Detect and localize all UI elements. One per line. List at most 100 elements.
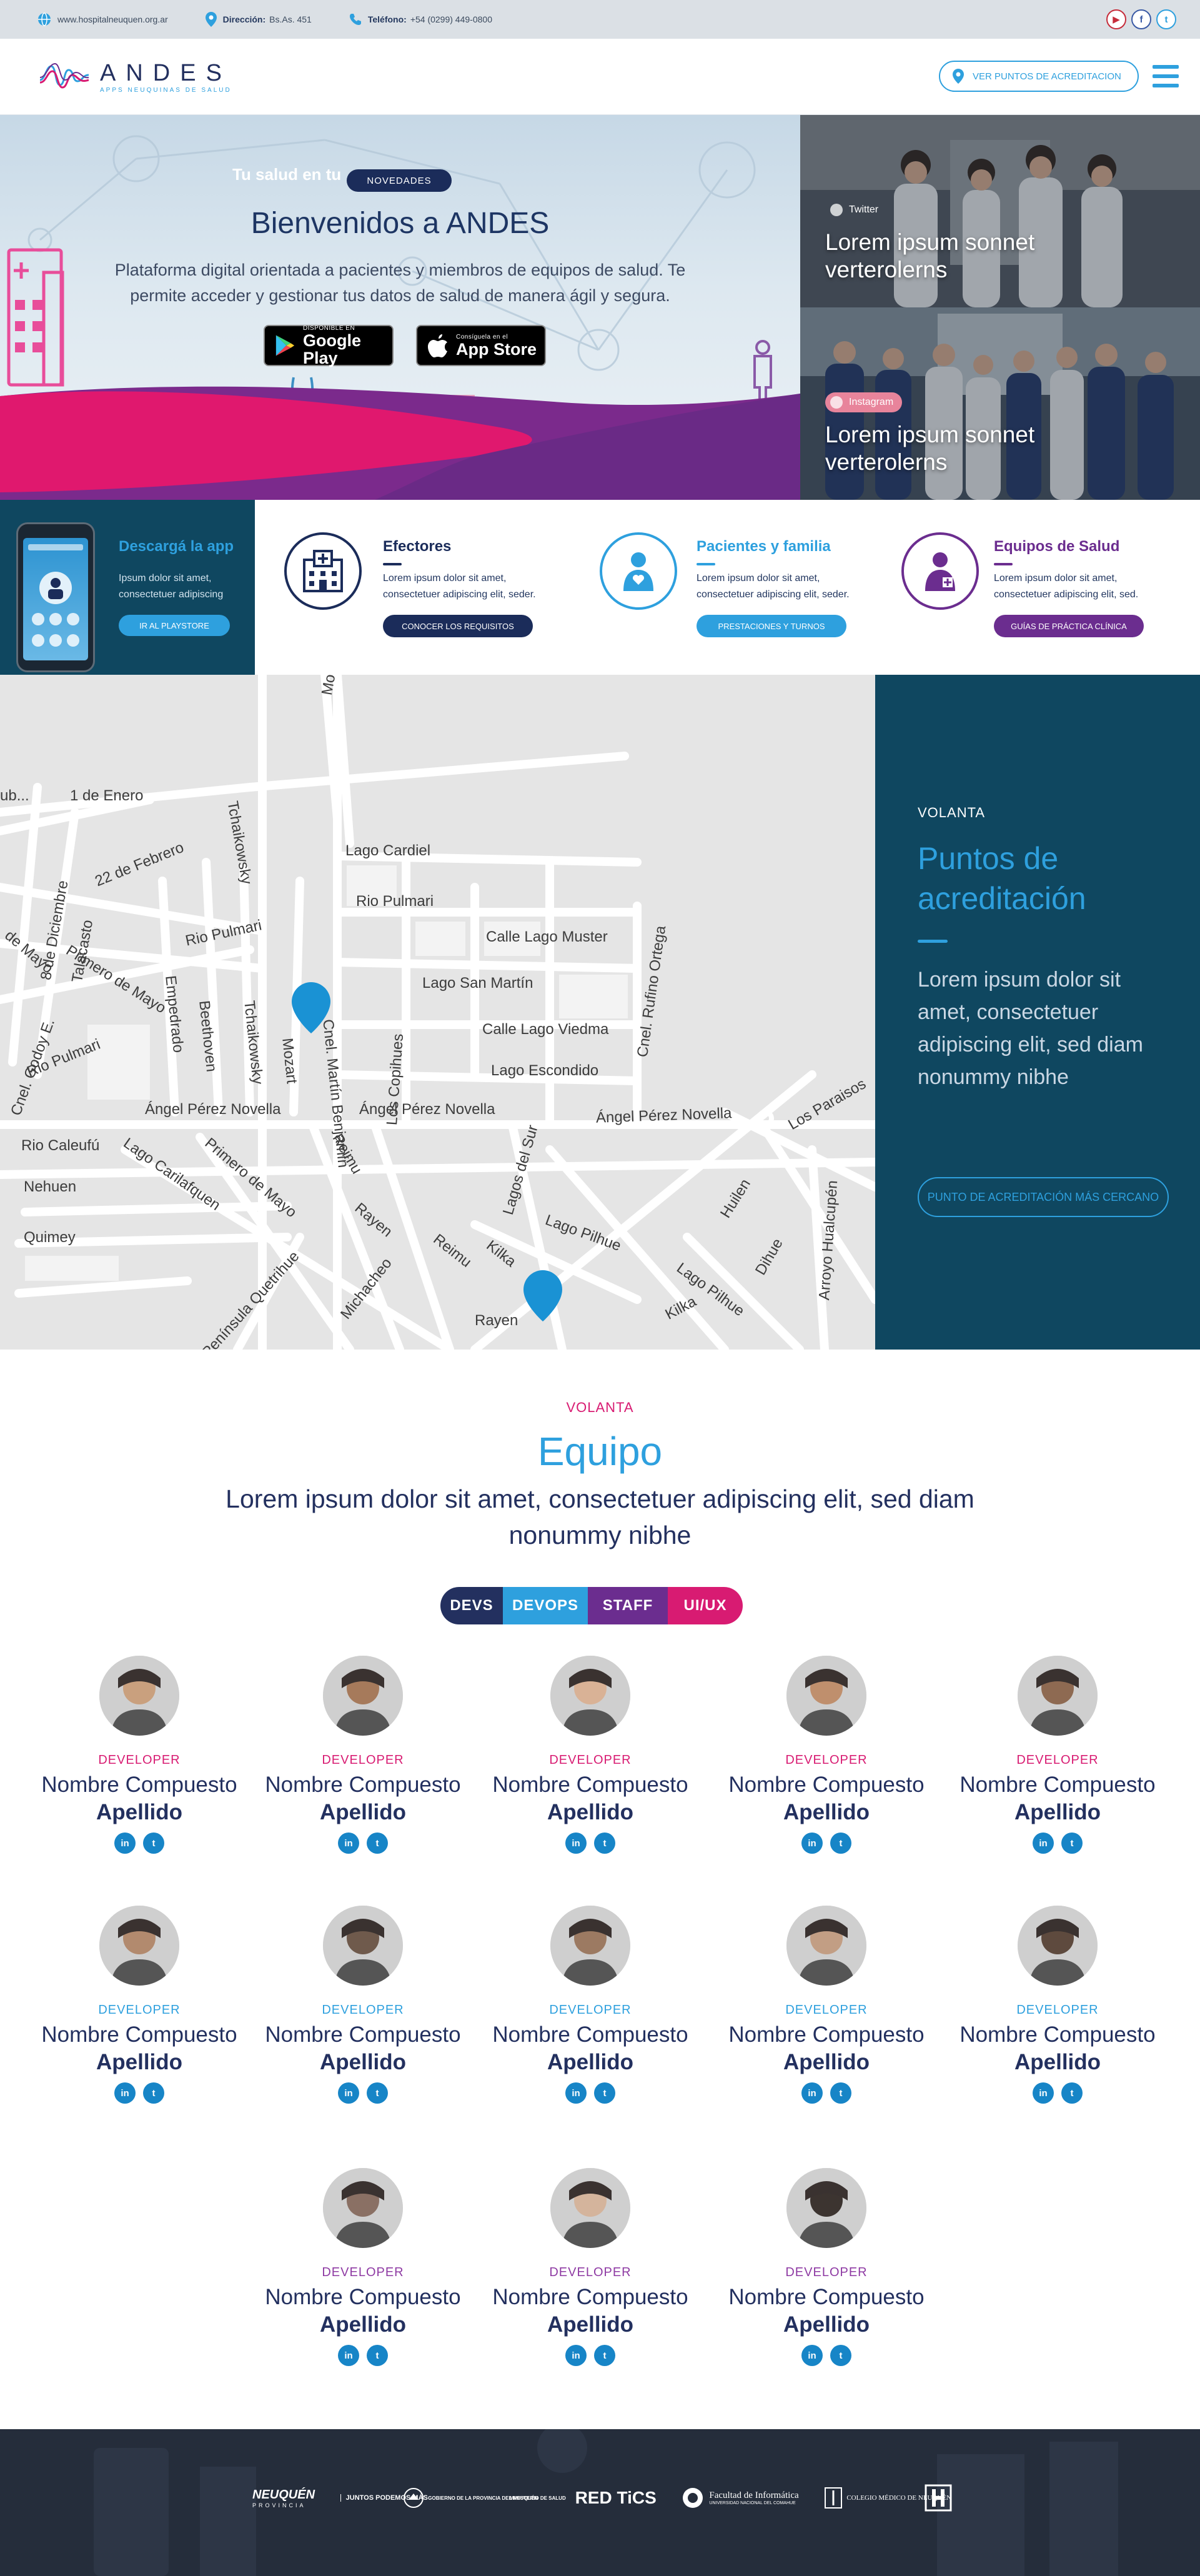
twitter-card[interactable]: Twitter Lorem ipsum sonnet verterolerns <box>800 115 1200 307</box>
member-social-links: in t <box>36 2082 242 2104</box>
twitter-icon[interactable]: t <box>594 2345 615 2366</box>
andes-logo[interactable]: ANDES APPS NEUQUINAS DE SALUD <box>39 61 232 94</box>
street-label: ub... <box>0 787 29 804</box>
twitter-icon[interactable]: t <box>830 2082 851 2104</box>
avatar <box>99 1906 179 1986</box>
twitter-icon[interactable]: t <box>367 2345 388 2366</box>
member-social-links: in t <box>723 2345 930 2366</box>
view-accreditation-points-button[interactable]: VER PUNTOS DE ACREDITACION <box>939 61 1139 92</box>
feature-divider <box>383 563 402 565</box>
team-tabs: DEVS DEVOPS STAFF UI/UX <box>440 1587 743 1624</box>
member-last-name: Apellido <box>547 1800 634 1824</box>
ministerio-salud-logo[interactable]: MINISTERIO DE SALUD <box>510 2495 566 2501</box>
website-info[interactable]: www.hospitalneuquen.org.ar <box>37 12 168 26</box>
linkedin-icon[interactable]: in <box>801 2082 823 2104</box>
member-role: DEVELOPER <box>785 2003 868 2017</box>
tab-staff[interactable]: STAFF <box>588 1587 668 1624</box>
logo-title: ANDES <box>100 60 232 86</box>
street-label: Quimey <box>24 1229 76 1246</box>
twitter-icon[interactable]: t <box>1156 9 1176 29</box>
feature-pacientes: Pacientes y familia Lorem ipsum dolor si… <box>600 500 893 675</box>
member-last-name: Apellido <box>547 2312 634 2337</box>
linkedin-icon[interactable]: in <box>565 2082 587 2104</box>
member-last-name: Apellido <box>319 2312 407 2337</box>
clinical-guides-button[interactable]: GUÍAS DE PRÁCTICA CLÍNICA <box>994 615 1144 637</box>
go-to-playstore-button[interactable]: IR AL PLAYSTORE <box>119 615 230 636</box>
street-label: Rio Pulmari <box>356 893 434 910</box>
member-last-name: Apellido <box>319 1800 407 1824</box>
map-marker-icon[interactable] <box>292 982 330 1033</box>
street-label: Lago Cardiel <box>345 842 431 859</box>
member-social-links: in t <box>260 2082 466 2104</box>
gobierno-neuquen-logo[interactable]: GOBIERNO DE LA PROVINCIA DEL NEUQUÉN <box>403 2487 538 2509</box>
avatar <box>99 1656 179 1736</box>
requirements-button[interactable]: CONOCER LOS REQUISITOS <box>383 615 533 637</box>
avatar <box>323 2168 403 2248</box>
linkedin-icon[interactable]: in <box>114 2082 136 2104</box>
colegio-medico-logo[interactable]: COLEGIO MÉDICO DE NEUQUÉN <box>824 2487 951 2509</box>
member-last-name: Apellido <box>547 2050 634 2074</box>
linkedin-icon[interactable]: in <box>114 1833 136 1854</box>
red-tics-logo[interactable]: RED TiCS <box>575 2488 657 2508</box>
twitter-icon[interactable]: t <box>143 1833 164 1854</box>
twitter-icon[interactable]: t <box>594 1833 615 1854</box>
twitter-icon[interactable]: t <box>830 2345 851 2366</box>
linkedin-icon[interactable]: in <box>338 1833 359 1854</box>
member-first-name: Nombre Compuesto <box>728 2022 925 2047</box>
twitter-icon[interactable]: t <box>1061 1833 1083 1854</box>
facultad-informatica-logo[interactable]: Facultad de Informática UNIVERSIDAD NACI… <box>682 2487 799 2509</box>
instagram-badge: Instagram <box>825 392 903 412</box>
team-member-card: DEVELOPER Nombre Compuesto Apellido in t <box>36 1906 242 2104</box>
twitter-card-text: Lorem ipsum sonnet verterolerns <box>825 229 1035 282</box>
member-social-links: in t <box>723 1833 930 1854</box>
twitter-icon[interactable]: t <box>367 2082 388 2104</box>
instagram-card[interactable]: Instagram Lorem ipsum sonnet verterolern… <box>800 307 1200 500</box>
member-first-name: Nombre Compuesto <box>728 1773 925 1797</box>
twitter-icon[interactable]: t <box>830 1833 851 1854</box>
feature-description: Lorem ipsum dolor sit amet, consectetuer… <box>697 573 850 600</box>
linkedin-icon[interactable]: in <box>565 1833 587 1854</box>
street-label: Nehuen <box>24 1178 77 1195</box>
google-play-button[interactable]: DISPONIBLE EN Google Play <box>264 325 394 367</box>
member-first-name: Nombre Compuesto <box>492 2022 688 2047</box>
linkedin-icon[interactable]: in <box>338 2082 359 2104</box>
twitter-icon[interactable]: t <box>1061 2082 1083 2104</box>
website-text[interactable]: www.hospitalneuquen.org.ar <box>57 14 168 24</box>
tab-devops[interactable]: DEVOPS <box>503 1587 588 1624</box>
app-store-button[interactable]: Consíguela en el App Store <box>416 325 546 366</box>
twitter-icon[interactable]: t <box>594 2082 615 2104</box>
linkedin-icon[interactable]: in <box>338 2345 359 2366</box>
team-member-card: DEVELOPER Nombre Compuesto Apellido in t <box>955 1656 1161 1854</box>
tab-devs[interactable]: DEVS <box>440 1587 503 1624</box>
twitter-icon[interactable]: t <box>143 2082 164 2104</box>
linkedin-icon[interactable]: in <box>1033 1833 1054 1854</box>
avatar <box>323 1656 403 1736</box>
linkedin-icon[interactable]: in <box>565 2345 587 2366</box>
youtube-icon[interactable]: ▶ <box>1106 9 1126 29</box>
linkedin-icon[interactable]: in <box>801 2345 823 2366</box>
menu-icon[interactable] <box>1153 65 1179 87</box>
accreditation-map[interactable]: Mortán 1 de Enero ub... 22 de Febrero Tc… <box>0 675 875 1350</box>
services-appointments-button[interactable]: PRESTACIONES Y TURNOS <box>697 615 846 637</box>
member-role: DEVELOPER <box>549 2003 632 2017</box>
hospital-emblem-icon[interactable] <box>925 2484 952 2512</box>
facebook-icon[interactable]: f <box>1131 9 1151 29</box>
juntos-podemos-mas-logo[interactable]: JUNTOS PODEMOS MÁS <box>340 2494 428 2502</box>
feature-efectores: Efectores Lorem ipsum dolor sit amet, co… <box>284 500 578 675</box>
street-label: Rio Caleufú <box>21 1137 100 1154</box>
linkedin-icon[interactable]: in <box>1033 2082 1054 2104</box>
map-marker-icon[interactable] <box>523 1270 562 1321</box>
member-social-links: in t <box>487 2082 693 2104</box>
member-first-name: Nombre Compuesto <box>41 1773 237 1797</box>
nearest-accreditation-point-button[interactable]: PUNTO DE ACREDITACIÓN MÁS CERCANO <box>918 1177 1169 1217</box>
twitter-icon[interactable]: t <box>367 1833 388 1854</box>
accreditation-title: Puntos de acreditación <box>918 841 1086 916</box>
patient-icon <box>600 532 677 610</box>
linkedin-icon[interactable]: in <box>801 1833 823 1854</box>
tab-uiux[interactable]: UI/UX <box>668 1587 743 1624</box>
download-app-title: Descargá la app <box>119 538 234 555</box>
news-badge[interactable]: NOVEDADES <box>347 169 452 192</box>
team-member-card: DEVELOPER Nombre Compuesto Apellido in t <box>487 2168 693 2366</box>
unco-seal-icon <box>683 2488 703 2508</box>
neuquen-logo[interactable]: NEUQUÉN PROVINCIA <box>252 2488 315 2509</box>
